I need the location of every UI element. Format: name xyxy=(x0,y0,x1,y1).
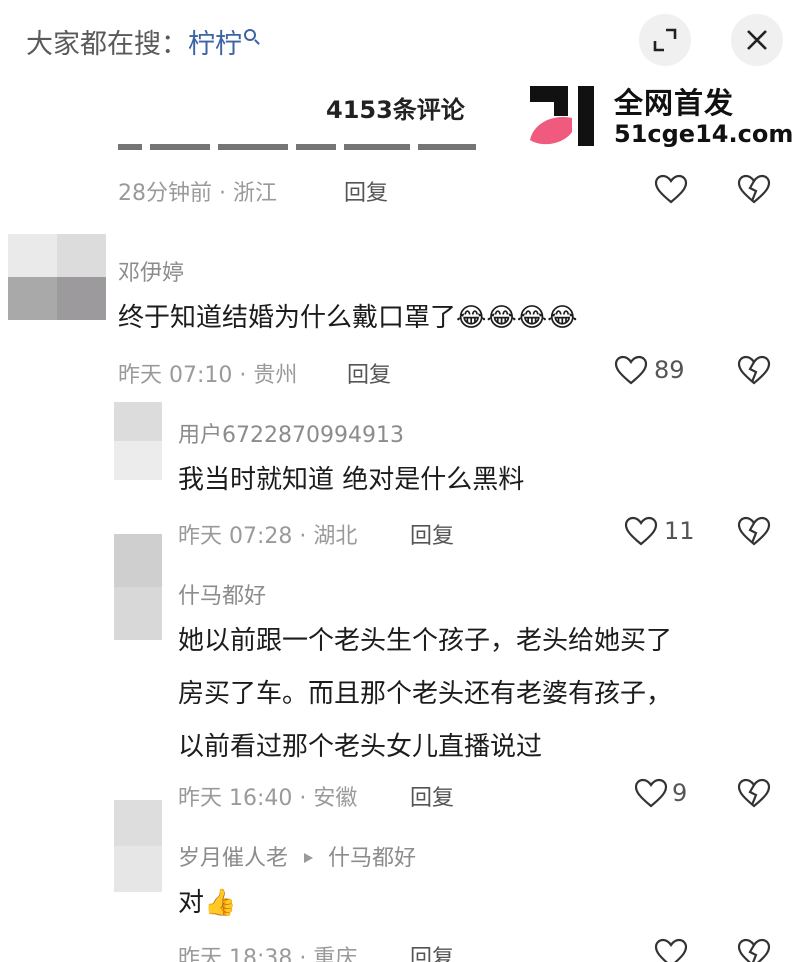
avatar[interactable] xyxy=(114,800,162,892)
heart-outline-icon[interactable] xyxy=(624,516,658,546)
search-prefix: 大家都在搜： xyxy=(26,29,188,60)
comment-author[interactable]: 岁月催人老 xyxy=(178,846,288,871)
like-count: 89 xyxy=(654,356,685,384)
search-keyword[interactable]: 柠柠 xyxy=(188,29,242,60)
comment-text-content: 对 xyxy=(178,888,205,918)
comment-meta: 昨天 07:28 · 湖北 xyxy=(178,524,358,549)
like-count: 9 xyxy=(672,779,688,807)
reply-button[interactable]: 回复 xyxy=(410,780,454,812)
heart-outline-icon[interactable] xyxy=(654,938,688,962)
broken-heart-icon[interactable] xyxy=(737,355,771,385)
heart-outline-icon[interactable] xyxy=(654,174,688,204)
comment-text: 终于知道结婚为什么戴口罩了😂😂😂😂 xyxy=(118,292,578,345)
reply-button[interactable]: 回复 xyxy=(347,357,391,389)
comment-count-title: 4153条评论 xyxy=(326,96,465,124)
close-button[interactable] xyxy=(731,14,783,66)
triangle-right-icon xyxy=(304,853,314,863)
truncated-comment-text xyxy=(118,140,488,154)
watermark-title: 全网首发 xyxy=(614,86,735,120)
expand-icon xyxy=(653,28,677,52)
comment-text-content: 终于知道结婚为什么戴口罩了 xyxy=(118,303,457,333)
reply-button[interactable]: 回复 xyxy=(344,175,388,207)
avatar[interactable] xyxy=(8,234,106,320)
heart-outline-icon[interactable] xyxy=(634,778,668,808)
watermark-site: 51cge14.com xyxy=(614,120,794,148)
laughing-emoji: 😂😂😂😂 xyxy=(456,303,578,333)
search-icon xyxy=(244,29,256,41)
avatar[interactable] xyxy=(114,402,162,480)
reply-target[interactable]: 什马都好 xyxy=(328,846,416,871)
comment-author[interactable]: 邓伊婷 xyxy=(118,255,184,287)
comment-text-line: 以前看过那个老头女儿直播说过 xyxy=(178,732,543,762)
close-icon xyxy=(747,30,767,50)
search-suggestion[interactable]: 大家都在搜：柠柠 xyxy=(26,22,256,61)
reply-button[interactable]: 回复 xyxy=(410,940,454,962)
watermark-logo xyxy=(530,86,594,146)
reply-button[interactable]: 回复 xyxy=(410,518,454,550)
comment-meta: 昨天 07:10 · 贵州 xyxy=(118,363,298,388)
expand-button[interactable] xyxy=(639,14,691,66)
comment-meta: 昨天 18:38 · 重庆 xyxy=(178,946,358,962)
avatar[interactable] xyxy=(114,534,162,640)
broken-heart-icon[interactable] xyxy=(737,778,771,808)
heart-outline-icon[interactable] xyxy=(614,355,648,385)
broken-heart-icon[interactable] xyxy=(737,174,771,204)
thumbs-up-emoji: 👍 xyxy=(204,888,237,918)
comment-author[interactable]: 什马都好 xyxy=(178,578,266,610)
comment-text: 我当时就知道 绝对是什么黑料 xyxy=(178,465,525,495)
watermark: 全网首发 51cge14.com xyxy=(528,80,794,150)
comment-text-line: 她以前跟一个老头生个孩子，老头给她买了 xyxy=(178,626,673,656)
comment-meta: 28分钟前 · 浙江 xyxy=(118,181,277,206)
comment-meta: 昨天 16:40 · 安徽 xyxy=(178,786,358,811)
comment-author[interactable]: 用户6722870994913 xyxy=(178,417,404,449)
like-count: 11 xyxy=(664,517,695,545)
top-bar: 大家都在搜：柠柠 xyxy=(0,0,800,80)
comment-author-reply: 岁月催人老 什马都好 xyxy=(178,840,416,872)
comment-text-line: 房买了车。而且那个老头还有老婆有孩子， xyxy=(178,679,673,709)
comment-text: 对👍 xyxy=(178,877,236,930)
broken-heart-icon[interactable] xyxy=(737,938,771,962)
broken-heart-icon[interactable] xyxy=(737,516,771,546)
comment-text: 她以前跟一个老头生个孩子，老头给她买了 房买了车。而且那个老头还有老婆有孩子， … xyxy=(178,615,672,774)
